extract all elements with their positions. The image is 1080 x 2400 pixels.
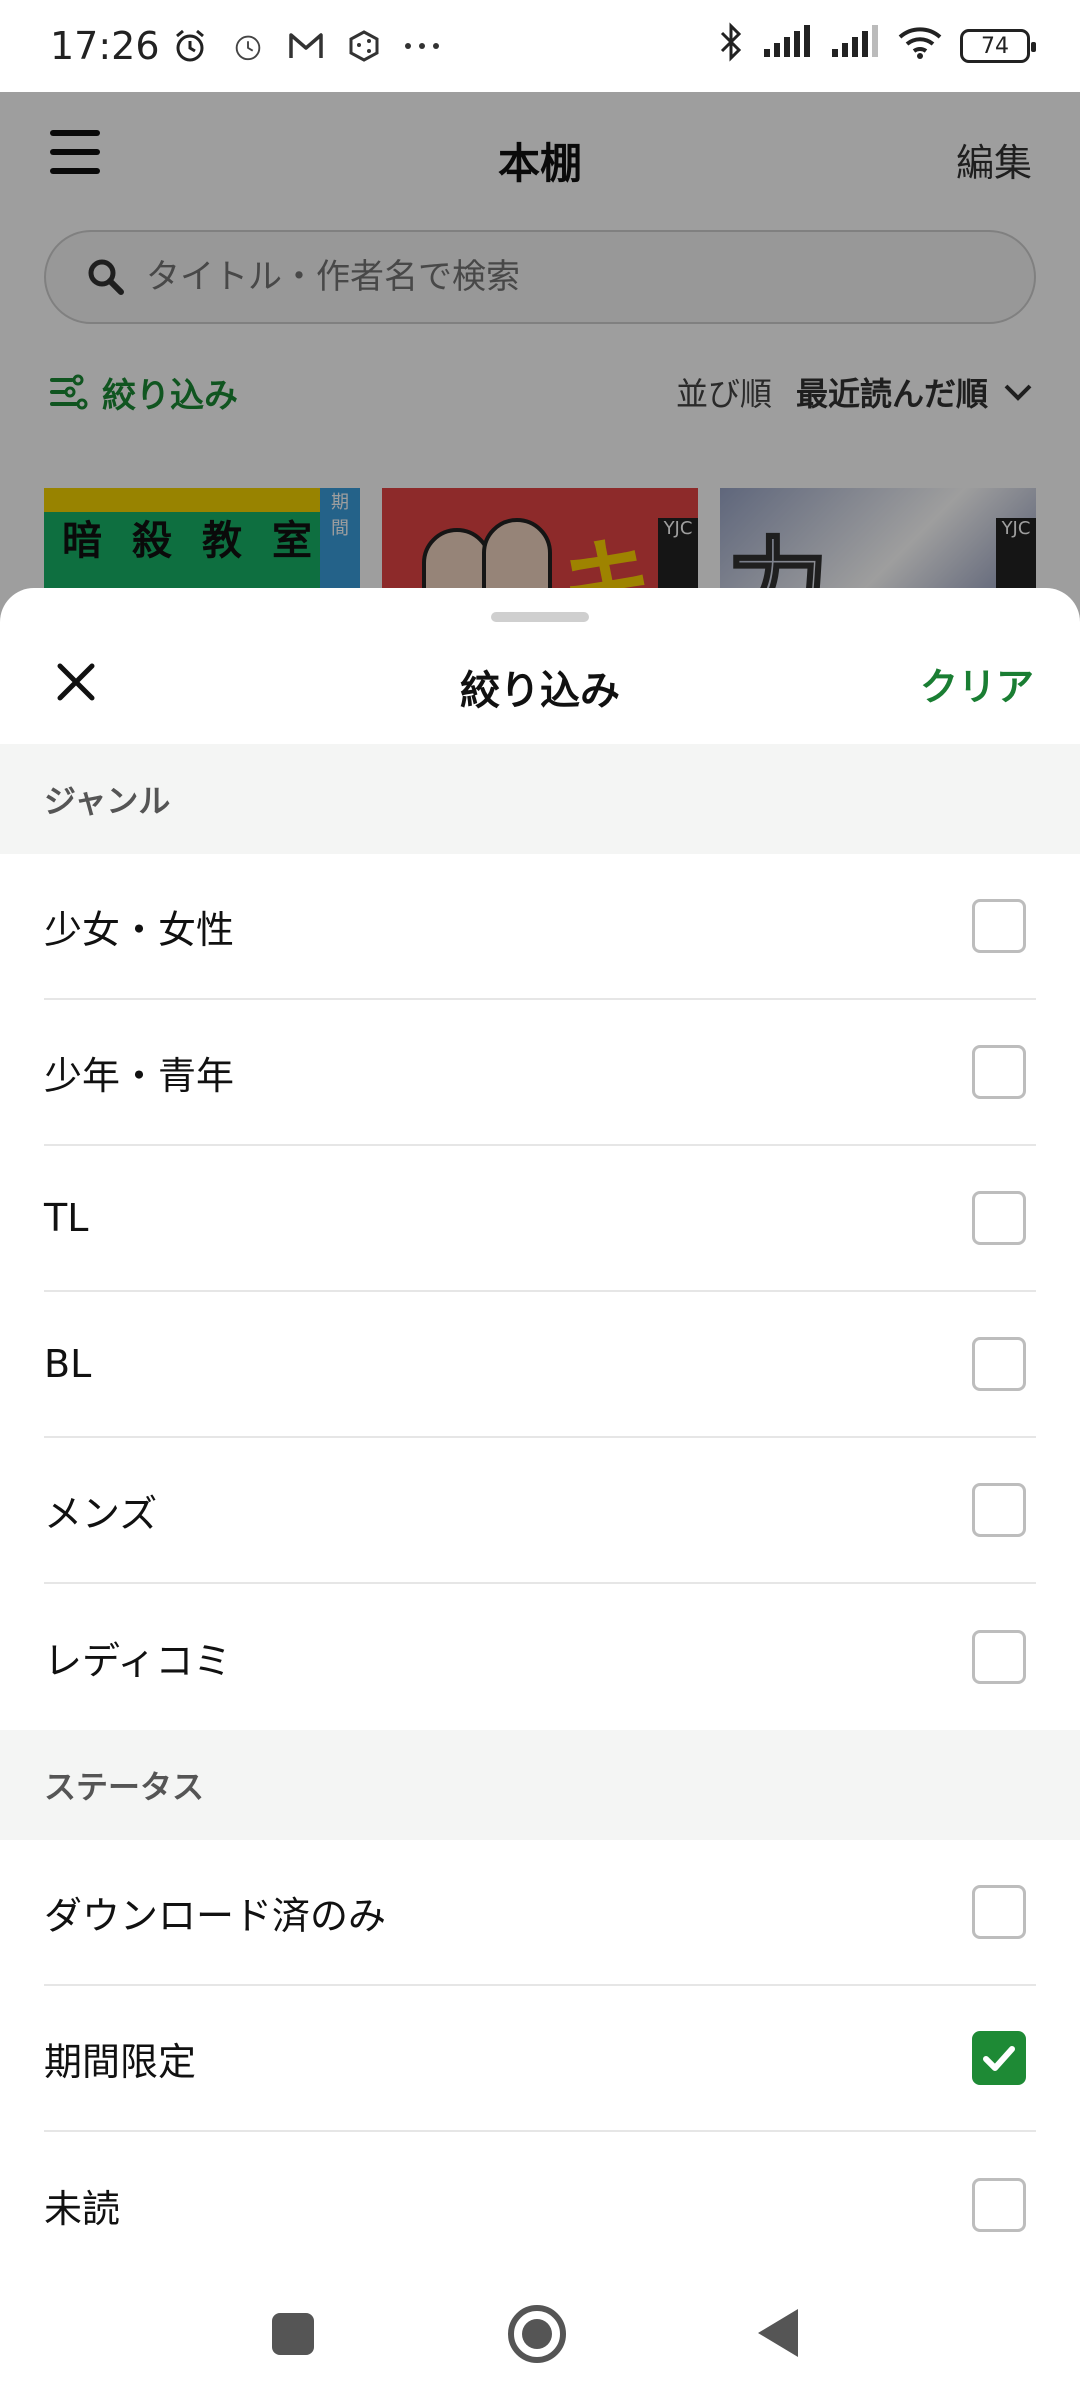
checkbox[interactable] (972, 1483, 1026, 1537)
checkbox[interactable] (972, 1630, 1026, 1684)
sheet-title: 絞り込み (460, 668, 620, 714)
checkbox[interactable] (972, 1337, 1026, 1391)
checkbox-checked[interactable] (972, 2031, 1026, 2085)
filter-option-tl[interactable]: TL (44, 1146, 1036, 1292)
section-header-genre: ジャンル (0, 744, 1080, 854)
checkbox[interactable] (972, 1885, 1026, 1939)
filter-option-bl[interactable]: BL (44, 1292, 1036, 1438)
option-label: BL (44, 1342, 92, 1386)
status-time: 17:26 (50, 24, 160, 68)
filter-option-downloaded[interactable]: ダウンロード済のみ (44, 1840, 1036, 1986)
alarm-icon (168, 24, 212, 68)
filter-option-unread[interactable]: 未読 (44, 2132, 1036, 2278)
more-icon (400, 24, 444, 68)
filter-option-ladies-comic[interactable]: レディコミ (44, 1584, 1036, 1730)
checkbox[interactable] (972, 1045, 1026, 1099)
option-label: 未読 (44, 2186, 121, 2231)
checkbox[interactable] (972, 1191, 1026, 1245)
option-label: レディコミ (44, 1638, 232, 1683)
option-label: TL (44, 1196, 89, 1240)
checkmark-icon (983, 2046, 1015, 2071)
section-header-status: ステータス (0, 1730, 1080, 1840)
battery-icon: 74 (960, 29, 1036, 63)
filter-option-limited-time[interactable]: 期間限定 (44, 1986, 1036, 2132)
filter-option-mens[interactable]: メンズ (44, 1438, 1036, 1584)
wifi-icon (898, 25, 942, 68)
dice-icon (342, 24, 386, 68)
alarm-outline-icon (226, 24, 270, 68)
checkbox[interactable] (972, 899, 1026, 953)
back-button[interactable] (758, 2309, 798, 2357)
bluetooth-icon (718, 21, 744, 71)
signal-icon (762, 24, 812, 68)
filter-option-shoujo[interactable]: 少女・女性 (44, 854, 1036, 1000)
option-label: 少年・青年 (44, 1053, 235, 1098)
option-label: 期間限定 (44, 2039, 197, 2084)
clear-button[interactable]: クリア (920, 656, 1034, 711)
home-button[interactable] (508, 2305, 566, 2363)
checkbox[interactable] (972, 2178, 1026, 2232)
option-label: メンズ (44, 1491, 158, 1536)
gmail-icon (284, 24, 328, 68)
system-nav-bar (0, 2265, 1080, 2400)
option-label: 少女・女性 (44, 907, 235, 952)
sheet-header: 絞り込み クリア (0, 588, 1080, 744)
option-label: ダウンロード済のみ (44, 1893, 387, 1938)
filter-bottom-sheet: 絞り込み クリア ジャンル 少女・女性 少年・青年 TL BL メンズ レディコ… (0, 588, 1080, 2400)
signal-icon-2 (830, 24, 880, 68)
status-bar: 17:26 74 (0, 0, 1080, 92)
filter-option-shounen[interactable]: 少年・青年 (44, 1000, 1036, 1146)
recents-button[interactable] (272, 2313, 314, 2355)
